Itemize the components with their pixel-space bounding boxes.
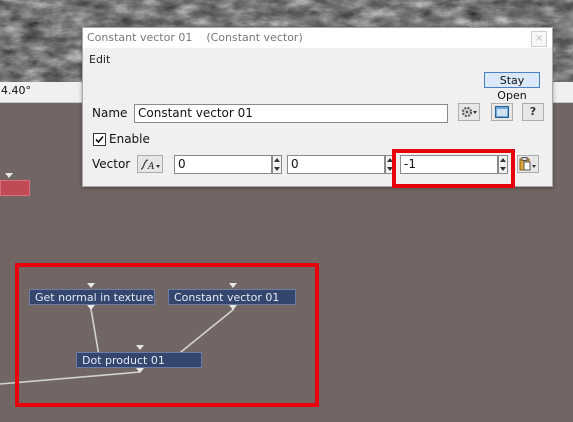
highlight-box-z-field	[392, 149, 515, 188]
vector-y-field[interactable]: 0	[287, 155, 385, 174]
expression-button[interactable]: A	[137, 155, 163, 173]
menu-edit[interactable]: Edit	[89, 53, 110, 66]
angle-readout: 4.40°	[1, 84, 31, 97]
spin-down-icon	[274, 167, 280, 171]
dialog-title: Constant vector 01 (Constant vector)	[87, 31, 303, 44]
close-button[interactable]: ×	[531, 31, 547, 47]
enable-label: Enable	[109, 132, 150, 146]
question-mark-icon: ?	[529, 105, 537, 118]
vector-x-field[interactable]: 0	[174, 155, 272, 174]
menu-bar: Edit	[83, 48, 552, 68]
function-icon: A	[140, 159, 160, 172]
properties-dialog: Constant vector 01 (Constant vector) × E…	[82, 27, 553, 188]
enable-checkbox[interactable]	[93, 133, 106, 146]
highlight-box-graph	[15, 263, 319, 407]
name-label: Name	[92, 106, 128, 120]
vector-x-spinner[interactable]	[272, 155, 282, 174]
name-field[interactable]: Constant vector 01	[134, 104, 448, 123]
window-icon	[495, 106, 509, 118]
gear-dropdown-icon	[461, 106, 477, 118]
checkmark-icon	[95, 135, 104, 144]
title-bar[interactable]: Constant vector 01 (Constant vector) ×	[83, 28, 552, 48]
help-button[interactable]: ?	[522, 103, 544, 121]
view-button[interactable]	[491, 103, 513, 121]
svg-text:A: A	[147, 162, 155, 171]
spin-up-icon	[274, 158, 280, 162]
vector-label: Vector	[92, 157, 131, 171]
stay-open-button[interactable]: Stay Open	[484, 72, 540, 102]
clipboard-icon	[519, 157, 536, 171]
settings-button[interactable]	[458, 103, 480, 121]
close-icon: ×	[534, 33, 544, 44]
paste-button[interactable]	[517, 155, 539, 173]
